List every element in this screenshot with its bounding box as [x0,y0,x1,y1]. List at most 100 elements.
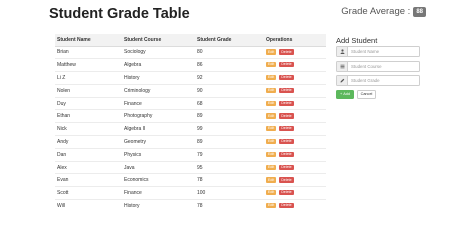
cell-operations: Edit Delete [264,96,326,110]
delete-button[interactable]: Delete [279,87,294,94]
cell-student-course: Economics [122,173,195,187]
cell-student-course: Geometry [122,135,195,149]
cell-student-name: Duy [55,96,122,110]
delete-button[interactable]: Delete [279,151,294,158]
page-title: Student Grade Table [49,6,190,22]
cell-operations: Edit Delete [264,58,326,72]
table-row: Scott Finance 100 Edit Delete [55,186,326,200]
column-header-grade: Student Grade [195,34,264,47]
cell-student-name: Nick [55,122,122,136]
student-name-input[interactable] [348,47,419,56]
cell-operations: Edit Delete [264,71,326,85]
cell-operations: Edit Delete [264,45,326,59]
cell-student-name: Andy [55,135,122,149]
student-table-container: Student Name Student Course Student Grad… [55,34,326,213]
grade-average-label: Grade Average : [341,6,411,17]
delete-button[interactable]: Delete [279,75,294,81]
cell-student-name: Dan [55,147,122,162]
cell-student-grade: 78 [195,199,264,213]
cell-operations: Edit Delete [264,122,326,136]
edit-button[interactable]: Edit [266,100,277,106]
delete-button[interactable]: Delete [279,126,294,132]
edit-button[interactable]: Edit [266,203,277,209]
grade-average-badge: 88 [413,6,426,17]
student-grade-input[interactable] [348,76,419,85]
student-name-group [336,46,420,57]
user-icon [337,47,348,56]
cell-student-course: Sociology [122,45,195,59]
table-row: Ethan Photography 89 Edit Delete [55,109,326,123]
add-button[interactable]: + Add [336,90,354,99]
cell-student-name: Brian [55,45,122,59]
cell-operations: Edit Delete [264,135,326,149]
cell-operations: Edit Delete [264,160,326,174]
delete-button[interactable]: Delete [279,100,294,106]
column-header-operations: Operations [264,34,326,47]
edit-button[interactable]: Edit [266,190,277,196]
add-button-label: Add [343,92,350,97]
cell-student-grade: 100 [195,186,264,200]
table-header: Student Name Student Course Student Grad… [55,34,326,47]
cell-student-name: Matthew [55,58,122,72]
edit-button[interactable]: Edit [266,62,277,68]
cell-operations: Edit Delete [264,186,326,200]
delete-button[interactable]: Delete [279,62,294,68]
edit-button[interactable]: Edit [266,139,277,145]
cell-student-name: Evan [55,173,122,187]
cell-student-grade: 68 [195,96,264,110]
delete-button[interactable]: Delete [279,190,294,196]
cell-student-course: History [122,199,195,213]
cell-student-name: Ethan [55,109,122,123]
cell-student-course: Finance [122,96,195,110]
add-student-title: Add Student [336,36,378,45]
cell-student-course: Photography [122,109,195,123]
cell-student-name: Li Z [55,71,122,85]
student-course-group [336,61,420,72]
pencil-icon [337,76,348,85]
cell-student-course: Algebra II [122,122,195,136]
cell-student-name: Alex [55,160,122,174]
student-table: Student Name Student Course Student Grad… [55,34,326,213]
cell-student-course: Physics [122,147,195,162]
delete-button[interactable]: Delete [279,49,294,55]
edit-button[interactable]: Edit [266,151,277,158]
edit-button[interactable]: Edit [266,126,277,132]
cell-student-grade: 79 [195,147,264,162]
cell-student-grade: 90 [195,83,264,98]
table-row: Duy Finance 68 Edit Delete [55,96,326,110]
edit-button[interactable]: Edit [266,113,277,119]
cell-student-grade: 89 [195,135,264,149]
delete-button[interactable]: Delete [279,164,294,170]
cell-operations: Edit Delete [264,109,326,123]
cell-operations: Edit Delete [264,83,326,98]
delete-button[interactable]: Delete [279,203,294,209]
table-row: Li Z History 92 Edit Delete [55,71,326,85]
delete-button[interactable]: Delete [279,139,294,145]
plus-icon: + [340,92,343,97]
edit-button[interactable]: Edit [266,177,277,183]
cancel-button[interactable]: Cancel [357,90,376,99]
edit-button[interactable]: Edit [266,49,277,55]
student-course-input[interactable] [348,62,419,71]
table-row: Evan Economics 78 Edit Delete [55,173,326,187]
edit-button[interactable]: Edit [266,75,277,81]
edit-button[interactable]: Edit [266,164,277,170]
cell-student-grade: 86 [195,58,264,72]
delete-button[interactable]: Delete [279,113,294,119]
cell-student-grade: 95 [195,160,264,174]
table-row: Brian Sociology 80 Edit Delete [55,45,326,59]
column-header-name: Student Name [55,34,122,47]
table-row: Will History 78 Edit Delete [55,199,326,213]
table-body: Brian Sociology 80 Edit Delete Matthew Algebra… [55,45,326,213]
cell-student-name: Scott [55,186,122,200]
table-row: Nolen Criminology 90 Edit Delete [55,83,326,98]
cell-student-name: Nolen [55,83,122,98]
delete-button[interactable]: Delete [279,177,294,183]
cell-student-course: History [122,71,195,85]
cell-student-course: Criminology [122,83,195,98]
cell-operations: Edit Delete [264,173,326,187]
cell-student-grade: 99 [195,122,264,136]
table-row: Dan Physics 79 Edit Delete [55,147,326,162]
edit-button[interactable]: Edit [266,87,277,94]
student-grade-group [336,75,420,86]
